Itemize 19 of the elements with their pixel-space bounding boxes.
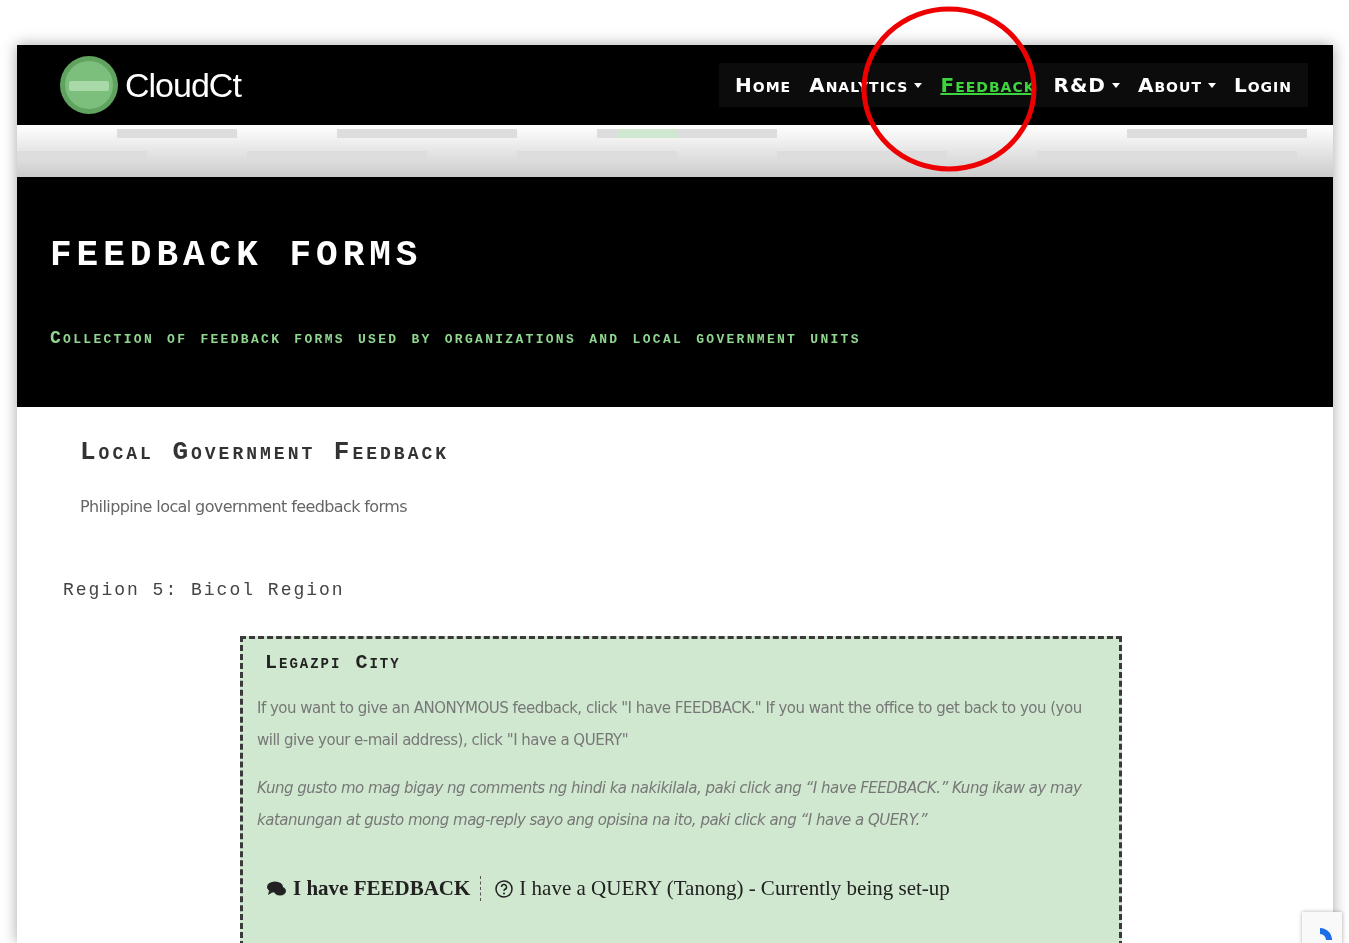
nav-link[interactable]: R&D <box>1047 71 1126 99</box>
banner-subtitle: Collection of feedback forms used by organizations and local government units <box>50 328 862 348</box>
feedback-link[interactable]: I have FEEDBACK <box>267 876 482 901</box>
logo-text[interactable]: CloudCt <box>125 65 241 105</box>
question-icon <box>495 879 514 898</box>
query-link[interactable]: I have a QUERY (Tanong) - Currently being set-up <box>481 876 950 901</box>
nav-link[interactable]: Home <box>729 71 798 99</box>
recaptcha-icon <box>1320 928 1332 940</box>
instructions-text-tagalog: Kung gusto mo mag bigay ng comments ng hindi ka nakikilala, paki click ang “I have FEEDBACK.” Kung ikaw ay may katanungan at gusto mong mag-reply sayo ang opisina na ito, paki click ang “I have a QUERY.” <box>257 778 1083 831</box>
nav-link[interactable]: Login <box>1227 71 1298 99</box>
nav-link[interactable]: About <box>1131 71 1222 99</box>
card-title: Legazpi City <box>265 651 402 674</box>
logo-icon <box>59 55 119 115</box>
section-heading: Local Government Feedback <box>80 437 451 467</box>
section-description: Philippine local government feedback forms <box>80 497 408 516</box>
banner-title: FEEDBACK FORMS <box>50 235 424 276</box>
region-heading: Region 5: Bicol Region <box>63 580 346 600</box>
instructions-text: If you want to give an ANONYMOUS feedback, click "I have FEEDBACK." If you want the office to get back to you (you will give your e-mail address), click "I have a QUERY" <box>257 698 1083 751</box>
chat-icon <box>267 880 287 897</box>
